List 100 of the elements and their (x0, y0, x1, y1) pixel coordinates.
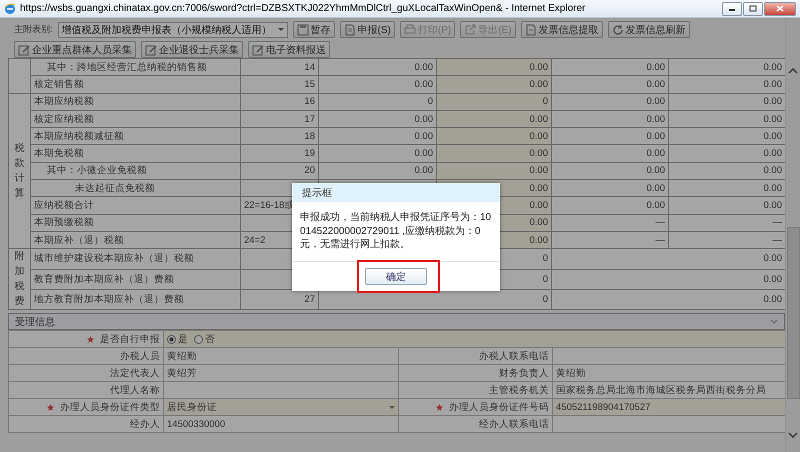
close-icon (776, 5, 784, 12)
value-cell: 0.00 (318, 58, 436, 76)
select-label: 主附表别: (14, 23, 53, 36)
floppy-icon (296, 24, 309, 36)
field-label: 经办人 (130, 418, 160, 431)
line-number: 17 (240, 110, 318, 128)
line-number: 15 (240, 76, 318, 94)
value-cell: 0.00 (436, 162, 552, 180)
field-label: 办税人联系电话 (479, 350, 549, 363)
window-title: https://wsbs.guangxi.chinatax.gov.cn:7006/sword?ctrl=DZBSXTKJ022YhmMmDlCtrl_guXLocalTaxWinOpen& - Internet Explorer (20, 3, 586, 14)
maximize-button[interactable] (743, 2, 763, 16)
row-label: 教育费附加本期应补（退）费额 (30, 269, 240, 290)
select-field[interactable]: 居民身份证 (163, 398, 399, 416)
value-cell: 0.00 (552, 58, 668, 76)
value-cell: 0.00 (552, 76, 668, 94)
line-number: 14 (240, 58, 318, 76)
row-label: 应纳税额合计 (30, 196, 240, 214)
value-cell: 0.00 (436, 110, 552, 128)
refresh-icon (612, 24, 624, 36)
row-label: 城市维护建设税本期应补（退）税额 (30, 248, 240, 270)
edit-icon (18, 44, 30, 56)
scroll-thumb[interactable] (786, 227, 800, 399)
toolbar-button[interactable]: 暂存 (292, 21, 335, 38)
value-cell: — (552, 214, 668, 232)
row-label: 核定应纳税额 (30, 110, 240, 128)
value-cell: 0.00 (436, 58, 552, 76)
field-label: 办理人员身份证件类型 (60, 400, 160, 414)
value-cell: 0.00 (436, 128, 552, 145)
radio-button[interactable] (167, 334, 176, 344)
row-label: 其中：跨地区经营汇总纳税的销售额 (30, 58, 240, 76)
printer-icon (404, 24, 416, 36)
value-cell: 0.00 (436, 144, 552, 162)
row-label: 本期预缴税额 (30, 214, 240, 232)
dialog-message: 申报成功，当前纳税人申报凭证序号为：10014522000002729011 ,应缴纳税款为：0元，无需进行网上扣款。 (292, 202, 500, 262)
table-type-select[interactable]: 增值税及附加税费申报表（小规模纳税人适用） (58, 22, 288, 38)
group-label: 附加税费 (8, 248, 30, 310)
field-label: 办理人员身份证件号码 (449, 400, 549, 414)
export-icon (464, 24, 476, 36)
collapse-icon[interactable] (770, 319, 778, 324)
minimize-button[interactable] (722, 2, 742, 16)
toolbar-button[interactable]: 申报(S) (340, 21, 395, 38)
line-number: 16 (240, 93, 318, 110)
field-label: 主管税务机关 (489, 384, 549, 397)
field-label: 办税人员 (120, 350, 160, 363)
group-label: 税款计算 (8, 93, 30, 249)
row-label: 本期应补（退）税额 (30, 231, 240, 249)
edit-icon (252, 44, 264, 56)
document-icon (344, 24, 356, 36)
value-cell: 0.00 (552, 196, 668, 214)
row-label: 地方教育附加本期应补（退）费额 (30, 289, 240, 310)
scroll-up-icon[interactable] (788, 68, 798, 74)
row-label: 未达起征点免税额 (30, 180, 240, 197)
value-cell: 0.00 (318, 76, 436, 94)
line-number: 19 (240, 144, 318, 162)
dialog-title: 提示框 (292, 183, 500, 202)
section-title: 受理信息 (15, 316, 55, 329)
row-label: 本期应纳税额减征额 (30, 128, 240, 145)
value-cell: 0.00 (318, 110, 436, 128)
value-cell: 0.00 (318, 144, 436, 162)
browser-icon (4, 2, 16, 14)
row-label: 本期免税额 (30, 144, 240, 162)
value-cell: 0 (318, 93, 436, 110)
close-button[interactable] (764, 2, 796, 16)
field-value: 450521198904170527 (552, 398, 785, 416)
line-number: 20 (240, 162, 318, 180)
value-cell: 0.00 (552, 180, 668, 197)
value-cell: 0.00 (552, 144, 668, 162)
value-cell: 0.00 (318, 128, 436, 145)
scroll-down-icon[interactable] (788, 432, 798, 438)
field-label: 经办人联系电话 (479, 418, 549, 431)
value-cell: 0.00 (552, 162, 668, 180)
field-label: 代理人名称 (110, 384, 160, 397)
document-icon (524, 24, 537, 36)
row-label: 核定销售额 (30, 76, 240, 94)
field-label: 是否自行申报 (100, 332, 160, 346)
line-number: 18 (240, 128, 318, 145)
toolbar-button[interactable]: 发票信息刷新 (608, 21, 690, 38)
caret-icon (278, 28, 284, 31)
value-cell: 0.00 (436, 76, 552, 94)
radio-label[interactable]: 是 (178, 332, 188, 346)
toolbar-button[interactable]: 发票信息提取 (520, 21, 603, 38)
field-label: 法定代表人 (110, 366, 160, 380)
value-cell: 0.00 (552, 93, 668, 110)
value-cell: 0.00 (552, 128, 668, 145)
value-cell: 0.00 (318, 162, 436, 180)
value-cell: 0.00 (552, 110, 668, 128)
radio-button[interactable] (194, 334, 203, 344)
row-label: 其中：小微企业免税额 (30, 162, 240, 180)
toolbar-button[interactable]: 企业重点群体人员采集 (14, 41, 136, 58)
confirm-button[interactable]: 确定 (365, 268, 427, 284)
maximize-icon (749, 5, 757, 12)
row-label: 本期应纳税额 (30, 93, 240, 110)
radio-label[interactable]: 否 (205, 332, 215, 346)
edit-icon (145, 44, 157, 56)
value-cell: — (552, 231, 668, 249)
value-cell: 0 (436, 93, 552, 110)
field-label: 财务负责人 (499, 366, 549, 380)
toolbar-button[interactable]: 企业退役士兵采集 (141, 41, 243, 58)
toolbar-button[interactable]: 电子资料报送 (248, 41, 330, 58)
caret-icon (389, 406, 395, 409)
